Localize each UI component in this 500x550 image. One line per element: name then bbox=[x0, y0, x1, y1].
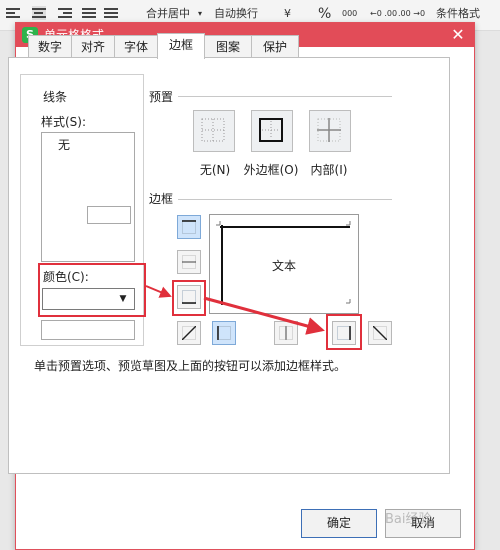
arrow-to-bottom-border bbox=[145, 285, 172, 298]
tab-border[interactable]: 边框 bbox=[157, 33, 205, 59]
arrow-to-right-border bbox=[203, 296, 325, 335]
annotation-arrows bbox=[145, 285, 325, 335]
